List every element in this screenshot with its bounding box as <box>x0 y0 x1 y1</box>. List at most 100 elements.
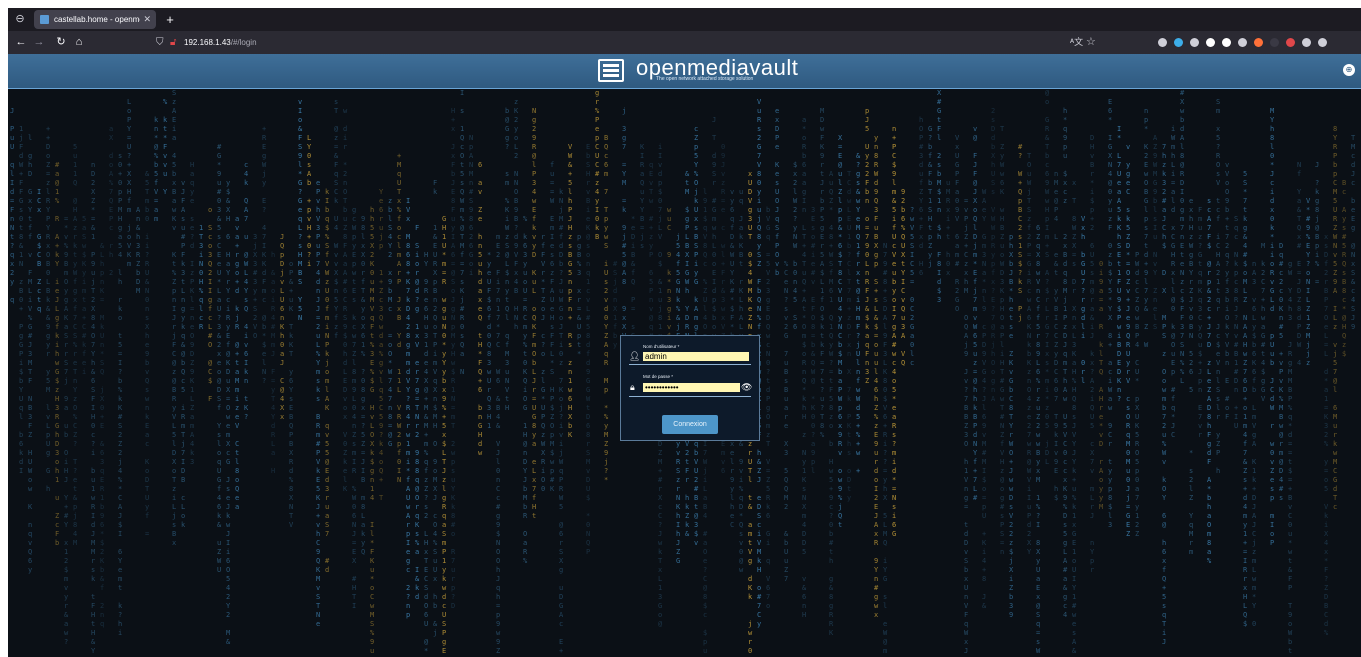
matrix-column: + R E g W j y E ? 4 7 I K K d F m c @ b … <box>262 125 267 385</box>
matrix-column: n M e @ P 4 L e & t y V B I C C Z y D C … <box>1054 170 1059 502</box>
tab-bar: ⊖ castellab.home - openmedi ✕ + <box>8 8 1361 31</box>
tab-list-icon[interactable]: ⊖ <box>12 11 28 27</box>
matrix-column: A n & h 3 R Z b D M <box>136 206 141 295</box>
back-icon[interactable]: ← <box>14 34 28 51</box>
matrix-column: 8 Y R P b p C M 5 U R Z W N v 5 Z 9 A I … <box>1333 125 1338 511</box>
globe-icon[interactable]: ⊕ <box>1343 64 1355 76</box>
login-button[interactable]: Connexion <box>662 415 718 434</box>
eye-icon[interactable]: 👁︎ <box>741 382 752 392</box>
matrix-column: i W m h L i = a l d x C G H R x l l @ 0 … <box>1171 125 1176 439</box>
matrix-column: s T @ z = & F q S C k U 4 W v v X $ n 5 … <box>334 98 339 340</box>
username-field[interactable] <box>643 352 749 361</box>
matrix-column: v @ F J F @ J X o Q l D j m * E f j 7 m … <box>973 125 978 502</box>
matrix-column: 9 8 l x X 0 r f T & y o X 6 1 % ? 0 8 g … <box>361 215 366 556</box>
browser-tab[interactable]: castellab.home - openmedi ✕ <box>34 10 156 29</box>
matrix-column: = v P j Z + C z x h M O Q A j 9 J v ? 7 … <box>964 197 969 655</box>
url-bar[interactable]: ⛉ 🔓︎ 192.168.1.43/#/login <box>148 34 1098 51</box>
extension-icon[interactable] <box>1270 38 1279 47</box>
matrix-column: Y e 6 r u j p 1 + Z c 3 Q w d a % g v l … <box>379 188 384 502</box>
login-dialog: Nom d'utilisateur * 👤︎ Mot de passe * 🔒︎… <box>620 335 760 441</box>
extension-icon[interactable] <box>1238 38 1247 47</box>
matrix-column: s 0 + 0 p P M H g a 5 4 l h r k o t 5 = … <box>118 152 123 637</box>
matrix-column: I C x G $ C B Z c t q <box>37 188 42 313</box>
matrix-column: S m x 5 ? R O s V t c f i C H A 2 1 t q … <box>1216 98 1221 475</box>
lock-icon: 🔒︎ <box>630 382 635 392</box>
matrix-column: & 5 T m b 0 i i ? R U & N 0 n s X h e 9 … <box>145 170 150 538</box>
tab-close-icon[interactable]: ✕ <box>143 10 151 29</box>
matrix-column: J ? k g 8 j @ B p i % = <box>1315 161 1320 286</box>
extension-icon[interactable] <box>1286 38 1295 47</box>
matrix-column: H Y 9 R e 6 H u 3 1 d e 4 X @ + M & M + … <box>424 251 429 655</box>
matrix-column: V W & + 5 l h P J H z s B G 5 n p F n + … <box>568 143 573 439</box>
matrix-column: h h 5 5 X 2 K 0 u M M V q F t % 3 E % $ … <box>370 206 375 655</box>
matrix-column: T M c d J c b e E g @ N x S & c 4 S J 9 <box>1351 134 1356 331</box>
app-header: openmediavault The open network attached… <box>8 54 1361 89</box>
matrix-column: B c A y s # 5 R Q s B 8 c * @ H Q z $ <box>1342 179 1347 358</box>
matrix-column: e x h H z W g B Y r Z J v 0 B N 5 2 6 5 … <box>1189 197 1194 556</box>
home-icon[interactable]: ⌂ <box>72 34 86 51</box>
matrix-column: & L h p n K = M k U n * S Q j X 0 + E & … <box>100 242 105 628</box>
matrix-column: I s 1 Q c O t 5 s Q W m % @ T M f = 7 s … <box>460 89 465 376</box>
tracking-shield-icon[interactable]: ⛉ <box>156 34 164 51</box>
matrix-column: + + D o Z = z l R Y P Y R x O B 0 L B k … <box>46 125 51 493</box>
matrix-column: E 6 * I G X N 4 @ 0 y u z F 0 z b $ Y 5 … <box>1108 98 1113 529</box>
matrix-column: f u = = W E m I e s 6 z F A U e H s F F … <box>550 161 555 493</box>
matrix-column: 7 h z k 3 2 # a J C h $ D X M P S z O o … <box>1162 143 1167 646</box>
logo-icon <box>598 59 624 82</box>
favicon-icon <box>40 15 49 24</box>
matrix-column: G ? b f & F b T 1 S H t p Z y j <box>928 125 933 268</box>
extension-icon[interactable] <box>1222 38 1231 47</box>
extension-icon[interactable] <box>1318 38 1327 47</box>
password-field[interactable] <box>643 383 740 392</box>
matrix-column: P W d c C Z Q w B P 4 C U * p X U K 5 R … <box>1135 251 1140 538</box>
matrix-column: 2 s D d b X h U S s V W W p R y p f x ? … <box>991 107 996 403</box>
matrix-column: h * q 9 p u $ x c z 2 x B d q 8 M j 1 P … <box>1063 107 1068 619</box>
matrix-column: X # G t F l 2 s b M $ 1 n $ h F 8 I d $ … <box>937 89 942 304</box>
extension-icon[interactable] <box>1254 38 1263 47</box>
reload-icon[interactable]: ↻ <box>54 34 68 51</box>
matrix-column: e P v h V 3 P u P 7 4 d n J J = 2 u L % … <box>316 179 321 628</box>
extension-icon[interactable] <box>1158 38 1167 47</box>
extension-icon[interactable] <box>1302 38 1311 47</box>
extension-icon[interactable] <box>1190 38 1199 47</box>
matrix-column: z K 2 y o L 2 N N O B 9 B ? d 9 V F x 4 … <box>514 98 519 331</box>
matrix-column: v V o O 9 b + t 7 2 q ? y f 3 b i O k Y … <box>1225 161 1230 421</box>
matrix-column: o P & + u K T k K T y 6 Y s E B Q P B X … <box>289 260 294 529</box>
matrix-column: L Y 0 s A b + p v H + 0 ? i <box>307 134 312 268</box>
matrix-column: F k 1 & E U R X p B n 2 Q o T P i m V q … <box>433 179 438 637</box>
matrix-column: D q # c 2 c 0 K n # 5 + v P v K % M B w … <box>1279 242 1284 502</box>
matrix-column: S q c N k p c 8 R J ? N v # B 1 # D n + … <box>1234 215 1239 430</box>
matrix-column: 0 i 9 a = a R k l T Q A H r e * v D r A … <box>1099 260 1104 511</box>
extension-icon[interactable] <box>1174 38 1183 47</box>
matrix-column: 6 a v Z e h n 5 u h d a x e Q t H * F Q … <box>478 161 483 457</box>
matrix-column: W A e Y G m 3 N a * n l 9 c P D 9 V G 4 … <box>982 188 987 610</box>
matrix-column: n + P C $ 9 l m & 5 i f U c V e u b y o … <box>892 125 897 538</box>
matrix-column: 3 E s o # i e # v E F O 8 = b & Q W @ * … <box>811 206 816 475</box>
translate-icon[interactable]: ᴬ文 <box>1070 34 1083 51</box>
matrix-column: + M q U T x % f o c l m A r P J x B Y d … <box>397 152 402 484</box>
matrix-column: D H v B r * i $ p + 2 6 U 5 s m @ r a & … <box>1090 134 1095 574</box>
matrix-column: $ x 2 l W 2 ? y N W b 0 n 4 5 S 6 <box>793 161 798 331</box>
extension-icon[interactable] <box>1206 38 1215 47</box>
matrix-column: @ o G R & T b c 6 9 W w H p I m + S A ? … <box>1045 89 1050 466</box>
forward-icon[interactable]: → <box>32 34 46 51</box>
matrix-column: m E 2 F i 7 n 1 7 * 7 C W 6 & B 4 & V J … <box>496 233 501 655</box>
matrix-column: 5 a S w $ K y i m t a + C # k f e i <box>82 215 87 376</box>
matrix-column: V x U G P F a 0 9 V 6 a m # R 2 G O <box>955 134 960 313</box>
matrix-column: E b S H r v B i e K @ s o n q 1 c v L # … <box>586 143 591 556</box>
matrix-column: c 4 k Q A 7 u @ W L 4 Y s Q 4 i v 6 I k … <box>244 161 249 421</box>
matrix-column: 6 Z q X 8 w V n C f f 5 r 8 9 L 6 % r z … <box>1036 224 1041 655</box>
matrix-column: F m u z ? G t q m K q 3 C y Q u $ + J p … <box>1198 206 1203 439</box>
insecure-lock-icon[interactable]: 🔓︎ <box>170 34 176 51</box>
matrix-column: y n 8 R W d 9 Q 3 F u B X g p S + s L & … <box>874 134 879 619</box>
matrix-column: p g B % 3 x r = & U p t * <box>577 233 582 358</box>
username-underline <box>629 364 751 365</box>
matrix-column: A Z 9 W M G 9 b l s I u N v Y Z n e l S <box>1153 134 1158 331</box>
matrix-column: p J 5 U y 2 2 F b n o = 7 9 0 L n R F J … <box>865 107 870 385</box>
bookmark-star-icon[interactable]: ☆ <box>1086 34 1096 51</box>
matrix-column: g r % P e p C U C # z 4 y I 0 k B <box>595 89 600 241</box>
matrix-column: g c W p y E p w t E s k c w 7 Z l 8 m 9 … <box>352 206 357 610</box>
matrix-column: T Z y W w 6 K w H B Z u o W D 3 K p H O … <box>1000 125 1005 556</box>
new-tab-button[interactable]: + <box>162 10 178 29</box>
brand-tagline: The open network attached storage soluti… <box>656 76 754 82</box>
